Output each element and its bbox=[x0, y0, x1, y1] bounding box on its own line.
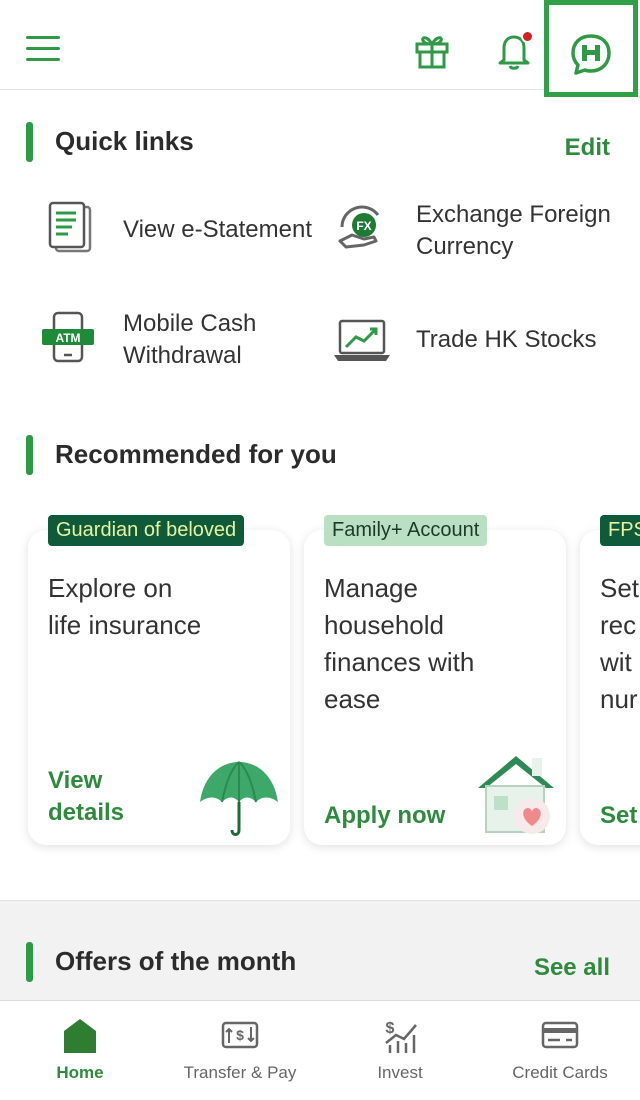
quick-links-title: Quick links bbox=[55, 126, 194, 156]
nav-transfer-pay[interactable]: $ Transfer & Pay bbox=[160, 1001, 320, 1100]
quick-link-label: Trade HK Stocks bbox=[416, 326, 597, 353]
nav-label: Transfer & Pay bbox=[183, 1063, 297, 1082]
edit-quick-links-button[interactable]: Edit bbox=[565, 134, 610, 162]
card-badge: Family+ Account bbox=[324, 515, 488, 546]
card-badge: Guardian of beloved bbox=[48, 515, 245, 546]
stock-chart-laptop-icon bbox=[332, 313, 390, 369]
svg-text:ATM: ATM bbox=[55, 331, 80, 345]
recommended-title: Recommended for you bbox=[55, 439, 337, 469]
card-family-account[interactable]: Family+ Account Manage household finance… bbox=[304, 515, 566, 845]
card-fps[interactable]: FPS Set rec wit nur Set bbox=[580, 515, 640, 845]
svg-text:$: $ bbox=[386, 1020, 395, 1037]
section-accent-bar bbox=[26, 435, 33, 475]
house-heart-icon bbox=[474, 748, 562, 838]
nav-credit-cards[interactable]: Credit Cards bbox=[480, 1001, 640, 1100]
quick-link-label: Mobile Cash Withdrawal bbox=[123, 310, 257, 369]
atm-phone-icon: ATM bbox=[40, 309, 96, 365]
chat-button[interactable] bbox=[544, 0, 638, 97]
recommended-carousel[interactable]: Guardian of beloved Explore on life insu… bbox=[0, 510, 640, 860]
bottom-navigation: Home $ Transfer & Pay $ Invest Credit Ca… bbox=[0, 1000, 640, 1100]
card-badge: FPS bbox=[600, 515, 640, 546]
bell-icon[interactable] bbox=[494, 30, 534, 70]
nav-invest[interactable]: $ Invest bbox=[320, 1001, 480, 1100]
nav-label: Invest bbox=[377, 1063, 423, 1082]
svg-text:FX: FX bbox=[356, 219, 371, 233]
document-icon bbox=[44, 199, 100, 255]
section-accent-bar bbox=[26, 942, 33, 982]
quick-link-label: View e-Statement bbox=[123, 216, 312, 243]
nav-label: Credit Cards bbox=[512, 1063, 608, 1082]
notification-dot bbox=[521, 30, 534, 43]
app-header bbox=[0, 0, 640, 97]
set-link[interactable]: Set bbox=[600, 800, 637, 832]
transfer-pay-icon: $ bbox=[220, 1015, 260, 1055]
quick-link-trade-stocks[interactable]: Trade HK Stocks bbox=[330, 305, 630, 385]
quick-link-exchange-fx[interactable]: FX Exchange Foreign Currency bbox=[330, 195, 630, 275]
nav-label: Home bbox=[56, 1063, 104, 1082]
svg-text:$: $ bbox=[236, 1027, 244, 1043]
umbrella-icon bbox=[196, 758, 282, 840]
quick-link-e-statement[interactable]: View e-Statement bbox=[40, 195, 330, 265]
card-title: Explore on life insurance bbox=[48, 573, 202, 640]
quick-link-label: Exchange Foreign Currency bbox=[416, 201, 611, 260]
offers-title: Offers of the month bbox=[55, 946, 297, 976]
section-accent-bar bbox=[26, 122, 33, 162]
see-all-offers-button[interactable]: See all bbox=[534, 954, 610, 982]
view-details-link[interactable]: View details bbox=[48, 765, 124, 829]
home-icon bbox=[60, 1015, 100, 1055]
card-title: Manage household finances with ease bbox=[324, 573, 475, 714]
invest-icon: $ bbox=[380, 1015, 420, 1055]
fx-exchange-icon: FX bbox=[334, 201, 390, 257]
card-life-insurance[interactable]: Guardian of beloved Explore on life insu… bbox=[28, 515, 290, 845]
nav-home[interactable]: Home bbox=[0, 1001, 160, 1100]
hamburger-menu-icon[interactable] bbox=[26, 36, 60, 64]
quick-link-mobile-cash[interactable]: ATM Mobile Cash Withdrawal bbox=[40, 305, 330, 385]
apply-now-link[interactable]: Apply now bbox=[324, 800, 445, 832]
credit-card-icon bbox=[540, 1015, 580, 1055]
gift-icon[interactable] bbox=[412, 30, 452, 70]
chat-bubble-icon bbox=[567, 31, 615, 79]
card-title: Set rec wit nur bbox=[600, 573, 640, 714]
